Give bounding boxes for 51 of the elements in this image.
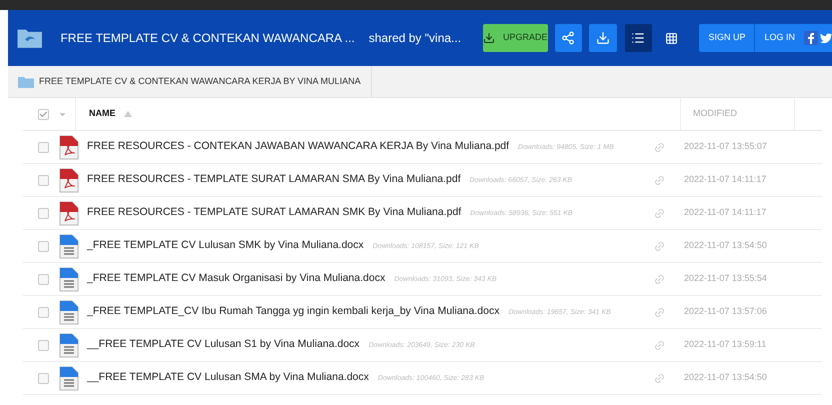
upgrade-icon — [483, 32, 496, 44]
download-button[interactable] — [589, 24, 616, 52]
file-name[interactable]: FREE RESOURCES - CONTEKAN JAWABAN WAWANCARA KERJA By Vina Muliana.pdf — [87, 139, 510, 155]
modified-date: 2022-11-07 13:54:50 — [684, 371, 767, 384]
checkbox[interactable] — [38, 108, 49, 120]
facebook-icon[interactable] — [804, 31, 818, 45]
shared-by-text: shared by "vina... — [368, 30, 462, 47]
document-file-icon — [59, 266, 79, 292]
file-name[interactable]: FREE RESOURCES - TEMPLATE SURAT LAMARAN SMK By Vina Muliana.pdf — [87, 205, 462, 221]
sign-up-button[interactable]: SIGN UP — [699, 24, 756, 52]
grid-icon — [665, 32, 678, 44]
list-view-button[interactable] — [624, 24, 652, 52]
sort-ascending-icon — [124, 111, 132, 117]
modified-date: 2022-11-07 13:55:07 — [684, 140, 767, 154]
document-file-icon — [59, 234, 79, 258]
file-name[interactable]: _FREE TEMPLATE_CV Ibu Rumah Tangga yg ingin kembali kerja_by Vina Muliana.docx — [87, 304, 500, 320]
folder-title: FREE TEMPLATE CV & CONTEKAN WAWANCARA ... — [60, 30, 355, 47]
checkbox[interactable] — [38, 142, 49, 152]
modified-date: 2022-11-07 14:11:17 — [684, 206, 766, 220]
list-icon — [631, 31, 646, 45]
document-file-icon — [59, 366, 79, 390]
checkbox[interactable] — [38, 174, 49, 186]
upgrade-button[interactable]: UPGRADE — [483, 24, 548, 52]
pdf-file-icon — [59, 134, 79, 160]
share-button[interactable] — [554, 24, 582, 52]
file-name[interactable]: FREE RESOURCES - TEMPLATE SURAT LAMARAN SMA By Vina Muliana.pdf — [87, 172, 461, 188]
checkbox[interactable] — [38, 240, 49, 252]
name-column-header[interactable]: NAME — [89, 107, 116, 121]
checkbox[interactable] — [38, 306, 49, 318]
folder-icon — [18, 76, 34, 88]
modified-date: 2022-11-07 14:11:17 — [684, 173, 766, 186]
modified-date: 2022-11-07 13:54:50 — [684, 239, 767, 252]
checkbox[interactable] — [38, 340, 49, 350]
checkbox[interactable] — [38, 372, 49, 384]
download-icon — [596, 31, 610, 45]
file-name[interactable]: __FREE TEMPLATE CV Lulusan SMA by Vina Muliana.docx — [87, 370, 369, 386]
modified-date: 2022-11-07 13:55:54 — [684, 272, 767, 286]
pdf-file-icon — [59, 168, 79, 192]
file-name[interactable]: __FREE TEMPLATE CV Lulusan S1 by Vina Muliana.docx — [87, 337, 360, 353]
modified-date: 2022-11-07 13:57:06 — [684, 305, 767, 318]
file-name[interactable]: _FREE TEMPLATE CV Lulusan SMK by Vina Muliana.docx — [87, 238, 364, 254]
checkbox[interactable] — [38, 208, 49, 218]
modified-date: 2022-11-07 13:59:11 — [684, 338, 766, 352]
pdf-file-icon — [59, 200, 79, 226]
twitter-icon[interactable] — [820, 32, 832, 44]
document-file-icon — [59, 332, 79, 358]
log-in-button[interactable]: LOG IN — [755, 24, 804, 52]
share-icon — [561, 31, 576, 45]
document-file-icon — [59, 300, 79, 324]
checkbox[interactable] — [38, 274, 49, 284]
file-name[interactable]: _FREE TEMPLATE CV Masuk Organisasi by Vina Muliana.docx — [87, 271, 386, 287]
